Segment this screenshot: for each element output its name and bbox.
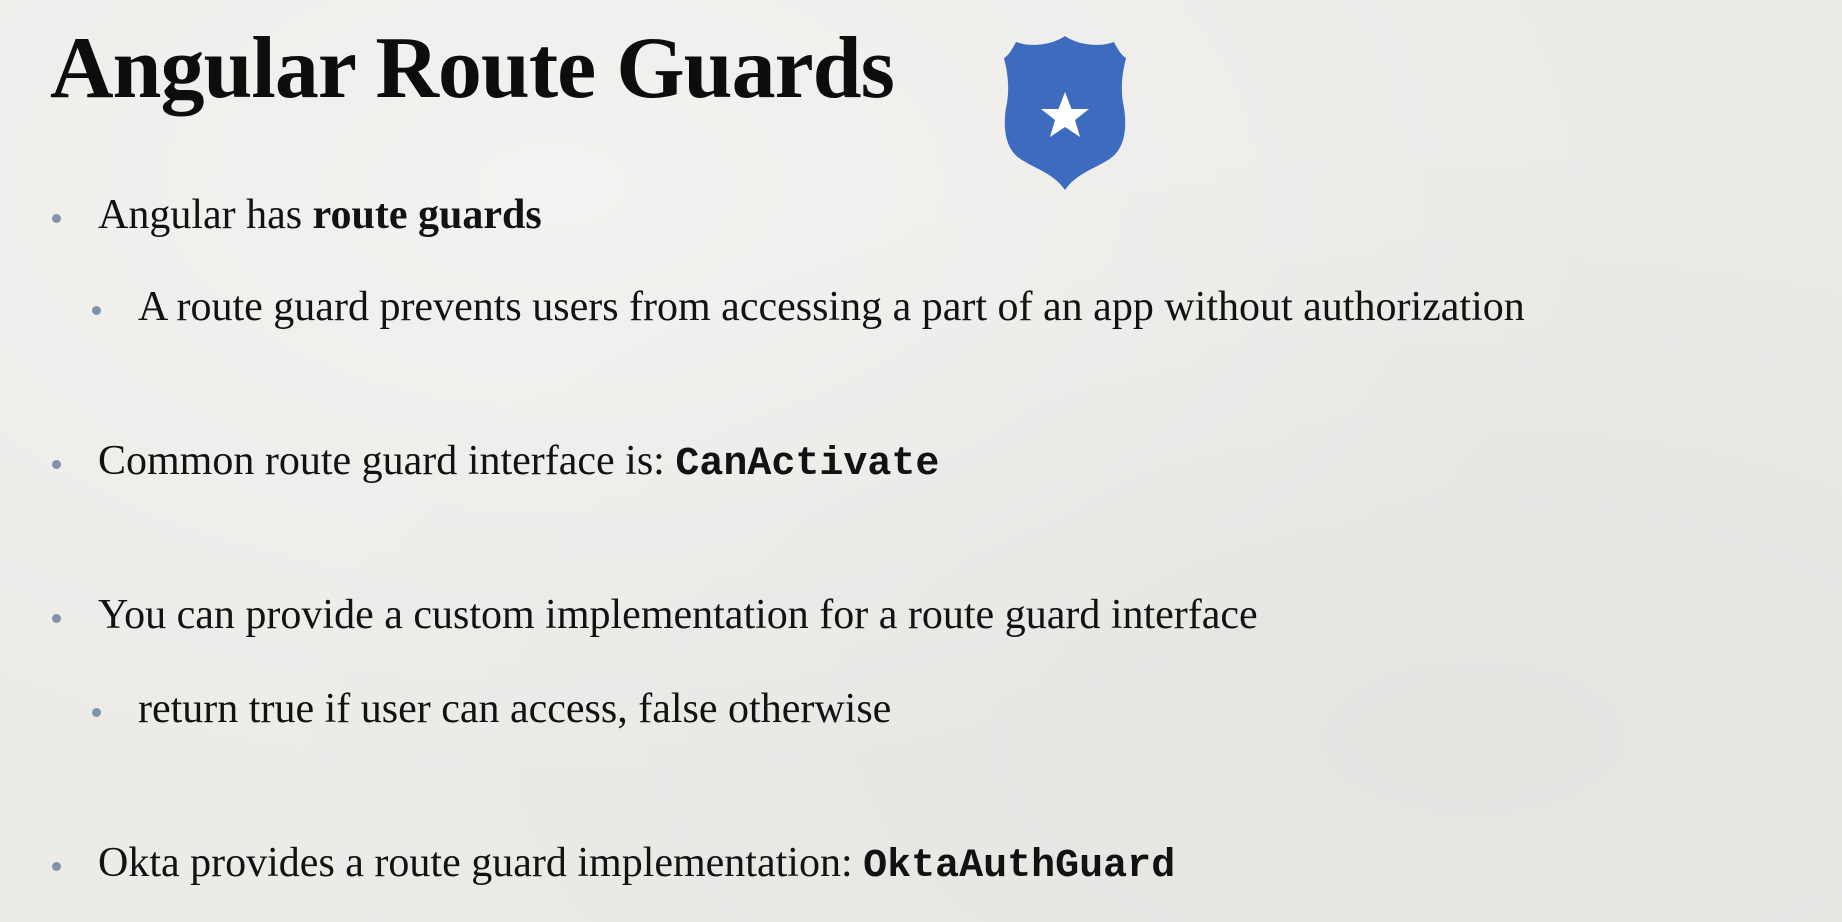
bullet-text: Okta provides a route guard implementati… [98,840,864,886]
slide: Angular Route Guards Angular has route g… [0,0,1842,922]
bullet-text: Common route guard interface is: [98,438,676,484]
code-canactivate: CanActivate [675,442,940,487]
bullet-item-canactivate: Common route guard interface is: CanActi… [52,436,939,489]
code-oktaauthguard: OktaAuthGuard [863,844,1176,889]
police-badge-star-icon [1004,36,1126,190]
bullet-dot [52,460,61,469]
bullet-dot [52,214,61,223]
sub-bullet-item-return-true: return true if user can access, false ot… [92,684,891,734]
bullet-text: Angular has [98,192,313,238]
bullet-dot [92,708,101,717]
bullet-text: You can provide a custom implementation … [98,592,1258,638]
sub-bullet-item-prevents-access: A route guard prevents users from access… [92,282,1525,332]
bullet-text: A route guard prevents users from access… [138,284,1525,330]
slide-title: Angular Route Guards [50,20,895,117]
bullet-dot [92,306,101,315]
bullet-dot [52,862,61,871]
bullet-dot [52,614,61,623]
bullet-item-okta-auth-guard: Okta provides a route guard implementati… [52,838,1175,891]
bullet-item-route-guards: Angular has route guards [52,190,542,240]
bullet-bold-text: route guards [312,192,542,238]
bullet-text: return true if user can access, false ot… [138,686,892,732]
bullet-item-custom-implementation: You can provide a custom implementation … [52,590,1258,640]
